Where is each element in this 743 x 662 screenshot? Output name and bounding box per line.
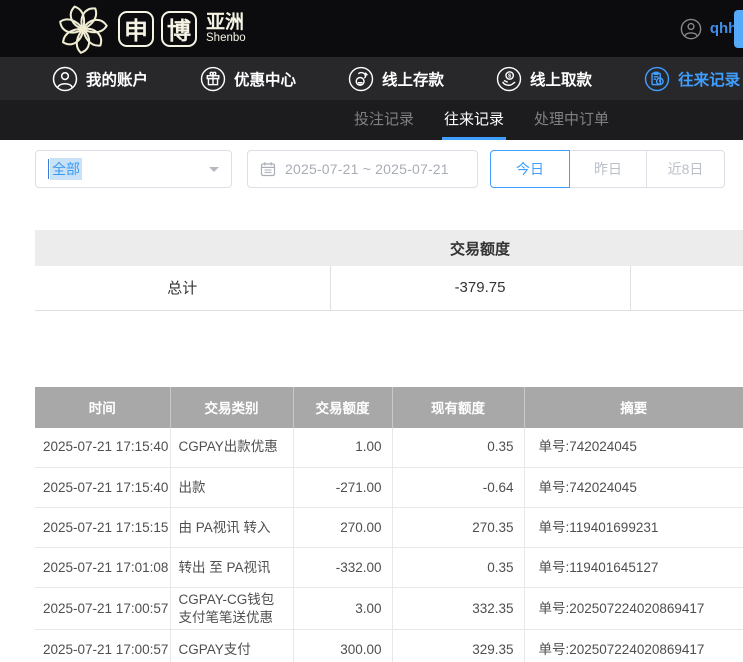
table-row: 2025-07-21 17:15:40CGPAY出款优惠1.000.35单号:7… xyxy=(35,428,743,468)
summary-header-empty xyxy=(35,230,330,266)
records-clipboard-icon xyxy=(644,66,670,92)
table-row: 2025-07-21 17:00:57CGPAY支付300.00329.35单号… xyxy=(35,630,743,662)
summary-header-row: 交易额度 xyxy=(35,230,743,266)
nav-label: 往来记录 xyxy=(678,68,740,90)
user-circle-icon xyxy=(680,18,702,40)
tab-transaction-records[interactable]: 往来记录 xyxy=(442,100,506,140)
cell-amount: 270.00 xyxy=(293,508,392,548)
cell-summary: 单号:119401699231 xyxy=(524,508,743,548)
col-header-amount: 交易额度 xyxy=(293,387,392,428)
cell-amount: -332.00 xyxy=(293,548,392,588)
logo-region-text: 亚洲 xyxy=(206,13,246,33)
summary-header-empty xyxy=(630,230,743,266)
nav-item-deposit[interactable]: 线上存款 xyxy=(348,66,444,92)
cell-summary: 单号:202507224020869417 xyxy=(524,630,743,662)
cell-time: 2025-07-21 17:00:57 xyxy=(35,588,170,630)
cell-type: 由 PA视讯 转入 xyxy=(170,508,293,548)
cell-time: 2025-07-21 17:15:15 xyxy=(35,508,170,548)
summary-header-amount: 交易额度 xyxy=(330,230,630,266)
calendar-icon xyxy=(260,161,276,177)
cell-summary: 单号:742024045 xyxy=(524,428,743,468)
cell-amount: -271.00 xyxy=(293,468,392,508)
table-row: 2025-07-21 17:01:08转出 至 PA视讯-332.000.35单… xyxy=(35,548,743,588)
records-sub-navigation: 投注记录 往来记录 处理中订单 xyxy=(0,100,743,140)
nav-label: 线上存款 xyxy=(382,68,444,90)
summary-section: 交易额度 总计 -379.75 xyxy=(35,230,743,311)
cell-amount: 300.00 xyxy=(293,630,392,662)
brand-logo[interactable]: 申 博 亚洲 Shenbo xyxy=(52,1,246,57)
nav-label: 线上取款 xyxy=(530,68,592,90)
cell-type: 出款 xyxy=(170,468,293,508)
cell-type: 转出 至 PA视讯 xyxy=(170,548,293,588)
cell-time: 2025-07-21 17:15:40 xyxy=(35,468,170,508)
cell-time: 2025-07-21 17:15:40 xyxy=(35,428,170,468)
transactions-section: 时间 交易类别 交易额度 现有额度 摘要 2025-07-21 17:15:40… xyxy=(35,387,743,662)
nav-label: 我的账户 xyxy=(86,68,148,90)
cell-balance: -0.64 xyxy=(392,468,524,508)
date-range-input[interactable]: 2025-07-21 ~ 2025-07-21 xyxy=(247,150,478,188)
cell-balance: 0.35 xyxy=(392,548,524,588)
cell-summary: 单号:119401645127 xyxy=(524,548,743,588)
transactions-body: 2025-07-21 17:15:40CGPAY出款优惠1.000.35单号:7… xyxy=(35,428,743,662)
transaction-type-select[interactable]: 全部 xyxy=(35,150,232,188)
quick-date-button-group: 今日 昨日 近8日 xyxy=(490,150,725,188)
cell-type: CGPAY出款优惠 xyxy=(170,428,293,468)
today-button[interactable]: 今日 xyxy=(490,150,570,188)
cell-summary: 单号:202507224020869417 xyxy=(524,588,743,630)
nav-label: 优惠中心 xyxy=(234,68,296,90)
cell-time: 2025-07-21 17:00:57 xyxy=(35,630,170,662)
transactions-header-row: 时间 交易类别 交易额度 现有额度 摘要 xyxy=(35,387,743,428)
cell-type: CGPAY支付 xyxy=(170,630,293,662)
top-header-bar: 申 博 亚洲 Shenbo qhhw xyxy=(0,0,743,57)
filter-toolbar: 全部 2025-07-21 ~ 2025-07-21 今日 昨日 近8日 xyxy=(35,150,743,188)
col-header-type: 交易类别 xyxy=(170,387,293,428)
logo-char-bo: 博 xyxy=(161,11,197,47)
summary-total-label: 总计 xyxy=(35,266,330,310)
chevron-down-icon xyxy=(209,167,219,177)
summary-total-value: -379.75 xyxy=(330,266,630,310)
nav-item-transaction-records[interactable]: 往来记录 xyxy=(644,66,740,92)
cell-summary: 单号:742024045 xyxy=(524,468,743,508)
table-row: 2025-07-21 17:15:15由 PA视讯 转入270.00270.35… xyxy=(35,508,743,548)
main-navigation: 我的账户 优惠中心 线上存款 $ 线上取款 xyxy=(0,57,743,100)
nav-item-withdraw[interactable]: $ 线上取款 xyxy=(496,66,592,92)
nav-item-my-account[interactable]: 我的账户 xyxy=(52,66,148,92)
summary-empty-cell xyxy=(630,266,743,310)
col-header-time: 时间 xyxy=(35,387,170,428)
cell-balance: 270.35 xyxy=(392,508,524,548)
cell-time: 2025-07-21 17:01:08 xyxy=(35,548,170,588)
user-icon xyxy=(52,66,78,92)
deposit-coin-icon xyxy=(348,66,374,92)
summary-total-row: 总计 -379.75 xyxy=(35,266,743,310)
logo-brand-text: Shenbo xyxy=(206,32,246,44)
cell-balance: 0.35 xyxy=(392,428,524,468)
cell-balance: 329.35 xyxy=(392,630,524,662)
cell-amount: 3.00 xyxy=(293,588,392,630)
query-button-clipped[interactable] xyxy=(734,10,743,48)
cell-type: CGPAY-CG钱包支付笔笔送优惠 xyxy=(170,588,293,630)
col-header-summary: 摘要 xyxy=(524,387,743,428)
yesterday-button[interactable]: 昨日 xyxy=(569,150,647,188)
logo-char-shen: 申 xyxy=(118,11,154,47)
col-header-balance: 现有额度 xyxy=(392,387,524,428)
cell-balance: 332.35 xyxy=(392,588,524,630)
date-range-value: 2025-07-21 ~ 2025-07-21 xyxy=(285,161,449,177)
cell-amount: 1.00 xyxy=(293,428,392,468)
table-row: 2025-07-21 17:00:57CGPAY-CG钱包支付笔笔送优惠3.00… xyxy=(35,588,743,630)
tab-betting-records[interactable]: 投注记录 xyxy=(352,100,416,140)
flower-logo-icon xyxy=(52,1,114,57)
selected-type-value: 全部 xyxy=(50,158,82,180)
table-row: 2025-07-21 17:15:40出款-271.00-0.64单号:7420… xyxy=(35,468,743,508)
last8days-button[interactable]: 近8日 xyxy=(646,150,725,188)
text-cursor xyxy=(48,159,49,179)
nav-item-promotions[interactable]: 优惠中心 xyxy=(200,66,296,92)
tab-pending-orders[interactable]: 处理中订单 xyxy=(532,100,611,140)
gift-icon xyxy=(200,66,226,92)
withdraw-coin-icon: $ xyxy=(496,66,522,92)
